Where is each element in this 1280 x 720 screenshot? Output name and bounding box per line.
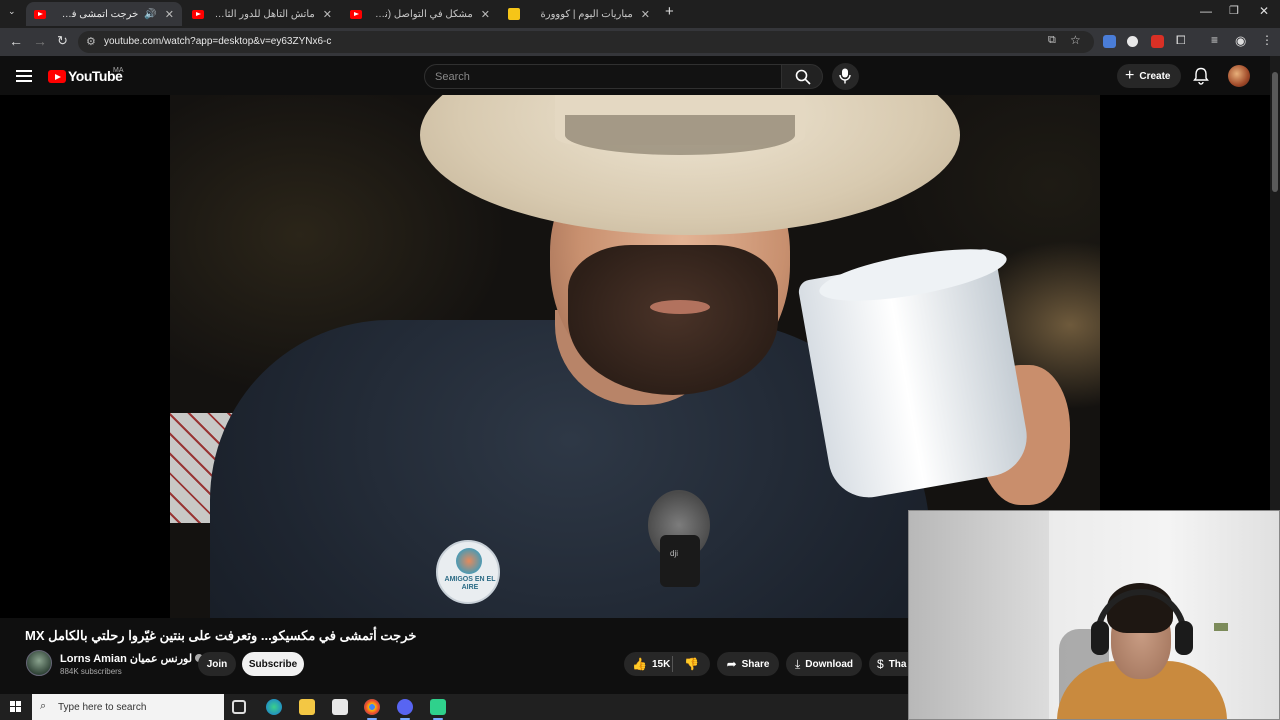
- windows-start-icon[interactable]: [10, 701, 22, 713]
- search-icon: [795, 69, 811, 85]
- thanks-dollar-icon: $: [877, 657, 884, 671]
- headphone-left-cup: [1091, 621, 1109, 655]
- close-tab-icon[interactable]: ✕: [165, 8, 174, 21]
- taskbar-search-input[interactable]: ⌕ Type here to search: [32, 694, 224, 720]
- download-button[interactable]: ⤓ Download: [786, 652, 862, 676]
- speaker-icon[interactable]: 🔊: [144, 9, 156, 20]
- restore-icon[interactable]: ❐: [1229, 4, 1239, 17]
- youtube-logo-icon[interactable]: [48, 70, 66, 83]
- tab-search-icon[interactable]: ⌄: [8, 6, 16, 17]
- like-count: 15K: [651, 658, 671, 670]
- app-icon[interactable]: [430, 699, 446, 720]
- download-icon: ⤓: [794, 656, 801, 671]
- file-explorer-icon[interactable]: [299, 699, 315, 715]
- share-button[interactable]: ➦ Share: [717, 652, 779, 676]
- browser-tab-strip: ⌄ خرجت أتمشى في مكسيكو... 🔊 ✕ ماتش التأه…: [0, 0, 1280, 28]
- back-icon[interactable]: ←: [9, 33, 23, 49]
- task-view-icon[interactable]: [232, 700, 246, 714]
- hat-band: [565, 115, 795, 155]
- hamburger-menu-icon[interactable]: [16, 70, 32, 82]
- install-app-icon[interactable]: ⧉: [1048, 34, 1056, 47]
- microphone-icon: [839, 68, 851, 84]
- youtube-masthead: YouTube MA Search + Create: [0, 56, 1280, 96]
- video-title: خرجت أتمشى في مكسيكو... وتعرفت على بنتين…: [25, 628, 417, 643]
- webcam-overlay: [908, 510, 1280, 720]
- pin-text: AMIGOS EN EL AIRE: [444, 576, 496, 591]
- subscriber-count: 884K subscribers: [60, 667, 122, 676]
- share-label: Share: [741, 658, 770, 670]
- youtube-favicon-icon: [192, 9, 204, 19]
- close-tab-icon[interactable]: ✕: [323, 8, 332, 21]
- like-button[interactable]: 👍 15K 👎: [624, 652, 710, 676]
- profile-icon[interactable]: ◉: [1235, 33, 1246, 49]
- mic-brand: dji: [670, 549, 679, 558]
- create-label: Create: [1139, 70, 1171, 82]
- youtube-favicon-icon: [34, 9, 46, 19]
- search-input[interactable]: Search: [424, 64, 782, 89]
- tab-match[interactable]: ماتش التأهل للدور الثاني؟ التشكيل ✕: [184, 2, 340, 26]
- reload-icon[interactable]: ↻: [57, 33, 68, 49]
- tab-title: خرجت أتمشى في مكسيكو...: [54, 8, 139, 20]
- tab-video[interactable]: خرجت أتمشى في مكسيكو... 🔊 ✕: [26, 2, 182, 26]
- tab-title: ماتش التأهل للدور الثاني؟ التشكيل: [212, 8, 315, 20]
- thumbs-up-icon: 👍: [632, 657, 647, 671]
- thumbs-down-icon[interactable]: 👎: [684, 657, 699, 671]
- tab-volcano[interactable]: مشكل في التواصل (نظرية البراكين) ✕: [342, 2, 498, 26]
- country-code: MA: [113, 67, 124, 74]
- windows-taskbar: ⌕ Type here to search: [0, 694, 908, 720]
- address-bar[interactable]: ⚙ youtube.com/watch?app=desktop&v=ey63ZY…: [78, 31, 1094, 53]
- tab-kooora[interactable]: مباريات اليوم | كووورة ✕: [500, 2, 658, 26]
- minimize-icon[interactable]: —: [1200, 4, 1212, 18]
- bookmark-star-icon[interactable]: ☆: [1070, 33, 1081, 47]
- url-text[interactable]: youtube.com/watch?app=desktop&v=ey63ZYNx…: [104, 36, 331, 47]
- lavalier-mic: dji: [660, 535, 700, 587]
- channel-avatar[interactable]: [26, 650, 52, 676]
- amigos-pin-badge: AMIGOS EN EL AIRE: [436, 540, 500, 604]
- menu-kebab-icon[interactable]: ⋮: [1261, 33, 1273, 47]
- chrome-icon[interactable]: [364, 699, 380, 720]
- extension-icon[interactable]: [1151, 35, 1164, 48]
- site-info-icon[interactable]: ⚙: [86, 35, 96, 48]
- create-button[interactable]: + Create: [1117, 64, 1181, 88]
- edge-icon[interactable]: [266, 699, 282, 715]
- microsoft-store-icon[interactable]: [332, 699, 348, 715]
- media-control-icon[interactable]: ≡: [1211, 33, 1218, 47]
- voice-search-button[interactable]: [832, 63, 859, 90]
- translate-extension-icon[interactable]: [1103, 35, 1116, 48]
- plus-icon: +: [1125, 67, 1135, 84]
- scrollbar-thumb[interactable]: [1272, 72, 1278, 192]
- close-tab-icon[interactable]: ✕: [641, 8, 650, 21]
- download-label: Download: [805, 658, 854, 670]
- headphone-right-cup: [1175, 621, 1193, 655]
- taskbar-search-placeholder: Type here to search: [58, 701, 147, 713]
- subscribe-button[interactable]: Subscribe: [242, 652, 304, 676]
- mouth: [650, 300, 710, 314]
- new-tab-icon[interactable]: +: [665, 3, 674, 20]
- browser-toolbar: ← → ↻ ⚙ youtube.com/watch?app=desktop&v=…: [0, 28, 1280, 56]
- extension-icon[interactable]: [1127, 36, 1138, 47]
- forward-icon[interactable]: →: [33, 33, 47, 49]
- beard: [568, 245, 778, 395]
- discord-icon[interactable]: [397, 699, 413, 720]
- user-avatar[interactable]: [1228, 65, 1250, 87]
- like-divider: [672, 656, 673, 672]
- youtube-favicon-icon: [350, 9, 362, 19]
- close-tab-icon[interactable]: ✕: [481, 8, 490, 21]
- search-placeholder: Search: [435, 71, 470, 83]
- kooora-favicon-icon: [508, 8, 520, 20]
- window-close-icon[interactable]: ✕: [1259, 4, 1269, 18]
- extensions-puzzle-icon[interactable]: ⧠: [1176, 33, 1186, 48]
- channel-name[interactable]: Lorns Amian لورنس عميان: [60, 652, 204, 665]
- search-button[interactable]: [781, 64, 823, 89]
- wall-sign: [1214, 623, 1228, 631]
- search-icon: ⌕: [40, 700, 47, 712]
- tab-title: مباريات اليوم | كووورة: [540, 8, 633, 20]
- tab-title: مشكل في التواصل (نظرية البراكين): [370, 8, 473, 20]
- join-button[interactable]: Join: [198, 652, 236, 676]
- wall-shadow: [909, 511, 1049, 719]
- channel-name-text[interactable]: Lorns Amian لورنس عميان: [60, 653, 192, 665]
- thanks-label: Tha: [888, 658, 907, 670]
- notifications-bell-icon[interactable]: [1193, 67, 1209, 85]
- share-arrow-icon: ➦: [726, 657, 737, 671]
